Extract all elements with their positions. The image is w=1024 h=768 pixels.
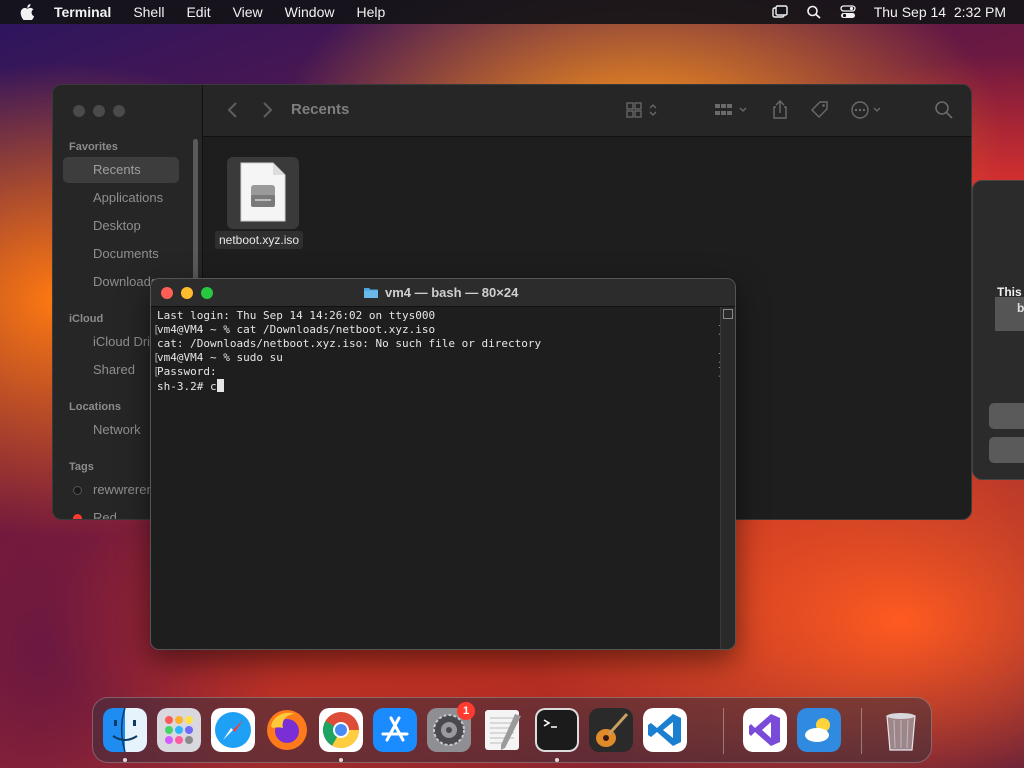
sidebar-item-label: Network bbox=[93, 422, 141, 437]
control-center-icon[interactable] bbox=[840, 5, 856, 19]
search-icon[interactable] bbox=[933, 100, 955, 120]
trash-icon[interactable] bbox=[879, 708, 923, 752]
finder-window-title: Recents bbox=[291, 101, 350, 118]
sidebar-tags-header: Tags bbox=[69, 461, 94, 473]
more-actions-icon[interactable] bbox=[849, 100, 887, 120]
forward-icon[interactable] bbox=[259, 101, 275, 119]
menu-app-name[interactable]: Terminal bbox=[54, 4, 111, 20]
terminal-icon[interactable] bbox=[535, 708, 579, 752]
finder-close-button[interactable] bbox=[73, 105, 85, 117]
terminal-line: cat: /Downloads/netboot.xyz.iso: No such… bbox=[157, 337, 542, 350]
sidebar-item-label: Desktop bbox=[93, 218, 141, 233]
tag-icon[interactable] bbox=[809, 100, 831, 120]
running-indicator bbox=[555, 758, 559, 762]
finder-toolbar: Recents bbox=[203, 85, 971, 137]
menubar-clock[interactable]: Thu Sep 14 2:32 PM bbox=[874, 4, 1006, 20]
apple-menu-icon[interactable] bbox=[20, 4, 34, 20]
sidebar-item-label: Red bbox=[93, 510, 117, 520]
split-pane-icon[interactable] bbox=[723, 309, 733, 319]
sidebar-favorites-header: Favorites bbox=[69, 141, 118, 153]
folder-icon bbox=[364, 288, 378, 298]
back-icon[interactable] bbox=[225, 101, 241, 119]
terminal-cursor bbox=[216, 379, 224, 392]
spotlight-search-icon[interactable] bbox=[806, 5, 822, 19]
terminal-line: vm4@VM4 ~ % sudo su bbox=[153, 351, 724, 365]
dock: 1 bbox=[92, 697, 932, 763]
dock-separator bbox=[861, 708, 862, 754]
sidebar-item-desktop[interactable]: Desktop bbox=[63, 213, 179, 239]
menu-edit[interactable]: Edit bbox=[186, 4, 210, 20]
finder-icon[interactable] bbox=[103, 708, 147, 752]
tag-dot-icon bbox=[73, 486, 82, 495]
finder-minimize-button[interactable] bbox=[93, 105, 105, 117]
textedit-icon[interactable] bbox=[481, 708, 525, 752]
chrome-icon[interactable] bbox=[319, 708, 363, 752]
sidebar-item-label: Shared bbox=[93, 362, 135, 377]
safari-icon[interactable] bbox=[211, 708, 255, 752]
terminal-line: sh-3.2# c bbox=[157, 380, 217, 393]
sidebar-item-label: Downloads bbox=[93, 274, 158, 289]
terminal-close-button[interactable] bbox=[161, 287, 173, 299]
sidebar-item-label: Documents bbox=[93, 246, 159, 261]
sidebar-item-applications[interactable]: Applications bbox=[63, 185, 179, 211]
sidebar-item-recents[interactable]: Recents bbox=[63, 157, 179, 183]
screen-mirroring-icon[interactable] bbox=[771, 5, 788, 19]
terminal-window: vm4 — bash — 80×24 Last login: Thu Sep 1… bbox=[150, 278, 736, 650]
finder-zoom-button[interactable] bbox=[113, 105, 125, 117]
weather-icon[interactable] bbox=[797, 708, 841, 752]
partial-dialog: This b bbox=[972, 180, 1024, 480]
terminal-title: vm4 — bash — 80×24 bbox=[363, 285, 518, 300]
terminal-output[interactable]: Last login: Thu Sep 14 14:26:02 on ttys0… bbox=[151, 307, 724, 649]
disk-image-icon bbox=[240, 162, 286, 222]
terminal-minimize-button[interactable] bbox=[181, 287, 193, 299]
system-settings-app[interactable]: 1 bbox=[427, 702, 475, 752]
terminal-line: vm4@VM4 ~ % cat /Downloads/netboot.xyz.i… bbox=[153, 323, 724, 337]
group-by-icon[interactable] bbox=[713, 100, 751, 120]
file-name-label[interactable]: netboot.xyz.iso bbox=[215, 231, 304, 249]
terminal-zoom-button[interactable] bbox=[201, 287, 213, 299]
sidebar-icloud-header: iCloud bbox=[69, 313, 104, 325]
running-indicator bbox=[123, 758, 127, 762]
terminal-title-text: vm4 — bash — 80×24 bbox=[385, 285, 519, 300]
terminal-line: Last login: Thu Sep 14 14:26:02 on ttys0… bbox=[157, 309, 436, 322]
terminal-prompt-line: sh-3.2# c bbox=[157, 379, 719, 393]
terminal-line: Password: bbox=[153, 365, 724, 379]
finder-window-controls bbox=[73, 105, 125, 117]
dock-separator bbox=[723, 708, 724, 754]
launchpad-icon[interactable] bbox=[157, 708, 201, 752]
dialog-text: This bbox=[997, 285, 1022, 299]
sidebar-item-documents[interactable]: Documents bbox=[63, 241, 179, 267]
share-icon[interactable] bbox=[769, 100, 791, 120]
menu-window[interactable]: Window bbox=[285, 4, 335, 20]
menu-help[interactable]: Help bbox=[356, 4, 385, 20]
sidebar-item-label: Recents bbox=[93, 162, 141, 177]
file-item[interactable]: netboot.xyz.iso bbox=[215, 157, 304, 249]
dialog-button[interactable] bbox=[989, 437, 1024, 463]
menu-view[interactable]: View bbox=[233, 4, 263, 20]
dialog-text: b bbox=[1017, 301, 1024, 315]
running-indicator bbox=[339, 758, 343, 762]
terminal-scrollbar[interactable] bbox=[720, 307, 735, 649]
firefox-icon[interactable] bbox=[265, 708, 309, 752]
vscode-icon[interactable] bbox=[643, 708, 687, 752]
menu-shell[interactable]: Shell bbox=[133, 4, 164, 20]
notification-badge: 1 bbox=[457, 702, 475, 720]
app-store-icon[interactable] bbox=[373, 708, 417, 752]
sidebar-item-label: Applications bbox=[93, 190, 164, 205]
dialog-button[interactable] bbox=[989, 403, 1024, 429]
sidebar-item-label: rewwrerere bbox=[93, 482, 159, 497]
visual-studio-icon[interactable] bbox=[743, 708, 787, 752]
sidebar-locations-header: Locations bbox=[69, 401, 121, 413]
view-icons-icon[interactable] bbox=[625, 100, 661, 120]
terminal-titlebar[interactable]: vm4 — bash — 80×24 bbox=[151, 279, 735, 307]
tag-dot-icon bbox=[73, 514, 82, 519]
garageband-icon[interactable] bbox=[589, 708, 633, 752]
menu-bar: Terminal Shell Edit View Window Help Thu… bbox=[0, 0, 1024, 24]
